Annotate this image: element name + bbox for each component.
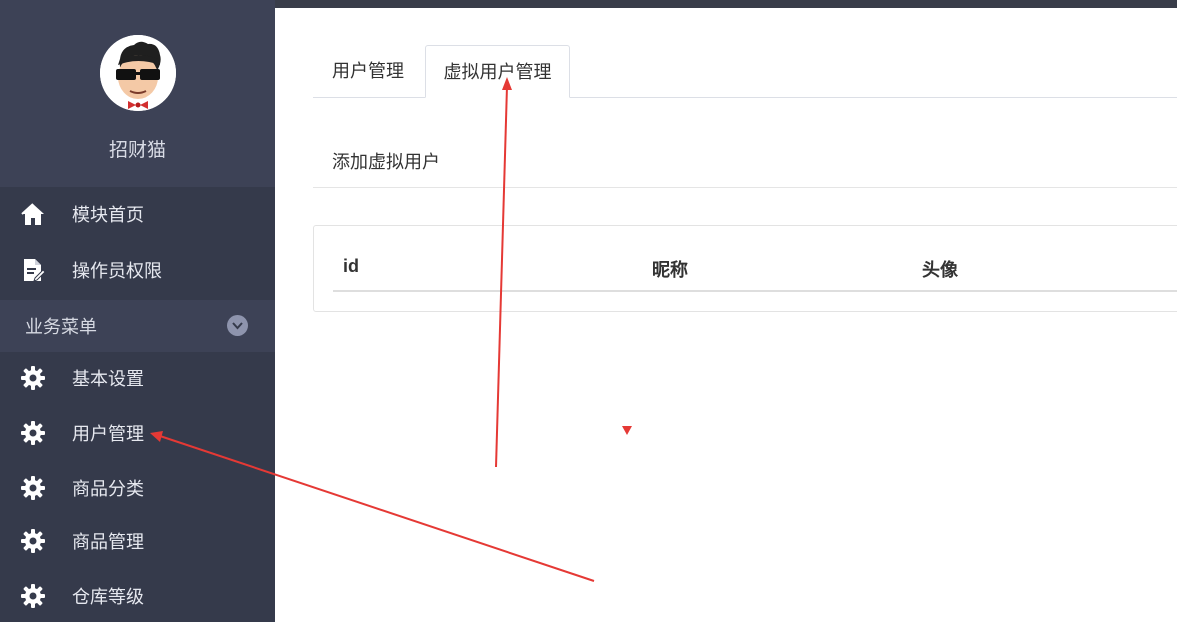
sidebar-item-product-category[interactable]: 商品分类 xyxy=(0,461,275,515)
tab-bar: 用户管理 虚拟用户管理 xyxy=(313,45,1177,98)
sidebar: 招财猫 模块首页 操作员权限 业务菜单 基本设置 用户管理 商品分类 商品管理 … xyxy=(0,0,275,622)
sidebar-item-operator-permissions[interactable]: 操作员权限 xyxy=(0,243,275,297)
sidebar-item-label: 用户管理 xyxy=(72,424,144,444)
sidebar-item-label: 基本设置 xyxy=(72,369,144,389)
chevron-down-icon[interactable] xyxy=(227,315,248,336)
sidebar-item-user-management[interactable]: 用户管理 xyxy=(0,406,275,460)
sidebar-item-label: 商品管理 xyxy=(72,532,144,552)
sidebar-item-label: 模块首页 xyxy=(72,205,144,225)
data-table: id 昵称 头像 xyxy=(313,225,1177,312)
main-content: 用户管理 虚拟用户管理 添加虚拟用户 id 昵称 头像 xyxy=(275,8,1177,622)
profile-panel: 招财猫 xyxy=(0,0,275,187)
avatar[interactable] xyxy=(100,35,176,111)
username: 招财猫 xyxy=(108,140,166,161)
add-virtual-user-link[interactable]: 添加虚拟用户 xyxy=(332,148,440,174)
tab-user-management[interactable]: 用户管理 xyxy=(313,45,425,98)
table-header: id 昵称 头像 xyxy=(333,246,1177,292)
sidebar-item-label: 商品分类 xyxy=(72,479,144,499)
sidebar-item-warehouse-level[interactable]: 仓库等级 xyxy=(0,569,275,623)
sidebar-group-business-menu[interactable]: 业务菜单 xyxy=(0,300,275,352)
sidebar-item-label: 仓库等级 xyxy=(72,587,144,607)
sidebar-item-basic-settings[interactable]: 基本设置 xyxy=(0,351,275,405)
toolbar: 添加虚拟用户 xyxy=(313,140,1177,188)
sidebar-group-label: 业务菜单 xyxy=(25,317,97,337)
sidebar-item-module-home[interactable]: 模块首页 xyxy=(0,187,275,241)
gear-icon xyxy=(20,583,46,609)
column-header-avatar[interactable]: 头像 xyxy=(922,256,958,282)
sidebar-item-product-management[interactable]: 商品管理 xyxy=(0,514,275,568)
gear-icon xyxy=(20,365,46,391)
document-edit-icon xyxy=(20,257,46,283)
home-icon xyxy=(20,201,46,227)
column-header-id[interactable]: id xyxy=(343,256,359,277)
column-header-nickname[interactable]: 昵称 xyxy=(652,256,688,282)
gear-icon xyxy=(20,528,46,554)
gear-icon xyxy=(20,475,46,501)
tab-virtual-user-management[interactable]: 虚拟用户管理 xyxy=(425,45,570,98)
sidebar-item-label: 操作员权限 xyxy=(72,261,162,281)
gear-icon xyxy=(20,420,46,446)
